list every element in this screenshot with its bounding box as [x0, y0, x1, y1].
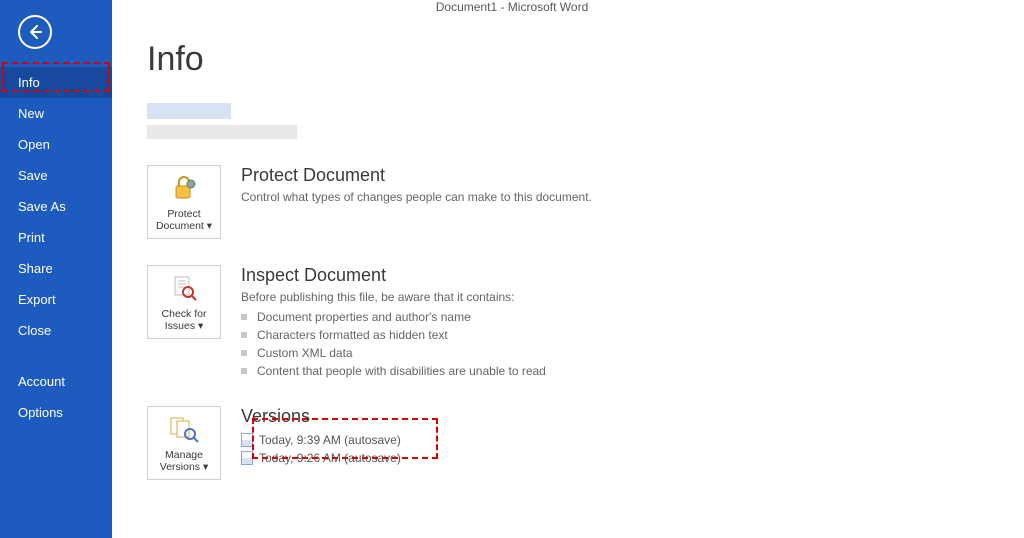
sidebar-item-close[interactable]: Close [0, 315, 112, 346]
protect-document-label: Protect Document ▾ [148, 208, 220, 232]
backstage-content: Info Protect Document ▾ Protect Document… [112, 0, 1024, 538]
versions-icon [168, 413, 200, 445]
version-item[interactable]: Today, 9:39 AM (autosave) [241, 431, 401, 449]
sidebar-item-open[interactable]: Open [0, 129, 112, 160]
inspect-issue-item: Custom XML data [241, 344, 546, 362]
sidebar-item-options[interactable]: Options [0, 397, 112, 428]
inspect-issue-item: Content that people with disabilities ar… [241, 362, 546, 380]
sidebar-item-account[interactable]: Account [0, 366, 112, 397]
document-name-placeholder [147, 103, 1024, 139]
sidebar-item-share[interactable]: Share [0, 253, 112, 284]
section-inspect-document: Check for Issues ▾ Inspect Document Befo… [147, 265, 1024, 380]
version-timestamp: Today, 9:39 AM (autosave) [259, 433, 401, 447]
arrow-left-icon [26, 23, 44, 41]
inspect-issue-item: Characters formatted as hidden text [241, 326, 546, 344]
protect-heading: Protect Document [241, 165, 592, 186]
inspect-issue-item: Document properties and author's name [241, 308, 546, 326]
sidebar-item-export[interactable]: Export [0, 284, 112, 315]
page-title: Info [147, 40, 1024, 79]
magnifier-document-icon [168, 272, 200, 304]
manage-versions-button[interactable]: Manage Versions ▾ [147, 406, 221, 480]
sidebar-item-save[interactable]: Save [0, 160, 112, 191]
lock-icon [168, 172, 200, 204]
back-button[interactable] [18, 15, 52, 49]
inspect-intro: Before publishing this file, be aware th… [241, 290, 546, 304]
word-doc-icon [241, 451, 253, 465]
backstage-sidebar: Info New Open Save Save As Print Share E… [0, 0, 112, 538]
section-protect-document: Protect Document ▾ Protect Document Cont… [147, 165, 1024, 239]
sidebar-item-print[interactable]: Print [0, 222, 112, 253]
protect-description: Control what types of changes people can… [241, 190, 592, 204]
manage-versions-label: Manage Versions ▾ [148, 449, 220, 473]
version-item[interactable]: Today, 9:26 AM (autosave) [241, 449, 401, 467]
protect-document-button[interactable]: Protect Document ▾ [147, 165, 221, 239]
versions-heading: Versions [241, 406, 401, 427]
version-timestamp: Today, 9:26 AM (autosave) [259, 451, 401, 465]
sidebar-item-save-as[interactable]: Save As [0, 191, 112, 222]
sidebar-item-new[interactable]: New [0, 98, 112, 129]
inspect-issues-list: Document properties and author's name Ch… [241, 308, 546, 380]
sidebar-item-info[interactable]: Info [0, 67, 112, 98]
word-doc-icon [241, 433, 253, 447]
section-versions: Manage Versions ▾ Versions Today, 9:39 A… [147, 406, 1024, 480]
inspect-heading: Inspect Document [241, 265, 546, 286]
check-for-issues-label: Check for Issues ▾ [148, 308, 220, 332]
check-for-issues-button[interactable]: Check for Issues ▾ [147, 265, 221, 339]
